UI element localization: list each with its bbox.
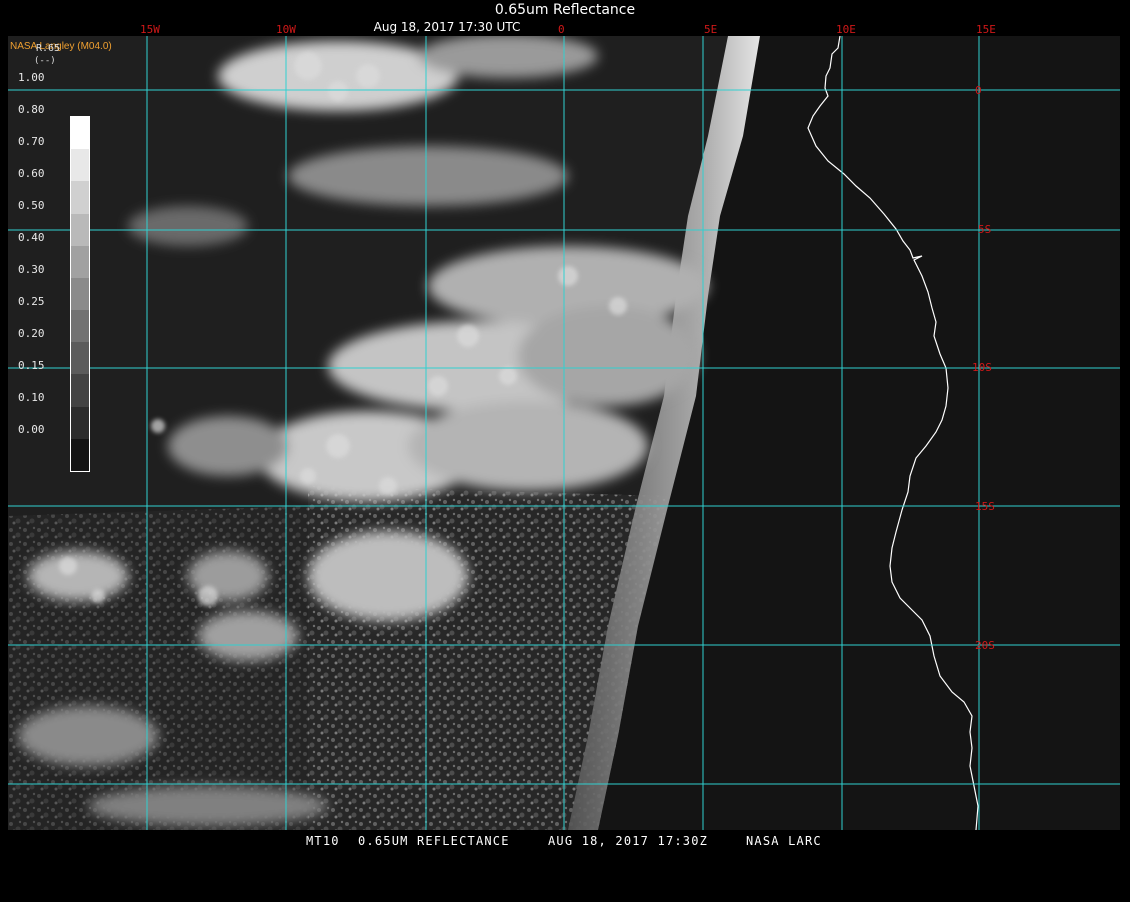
legend-unit: (--): [34, 56, 56, 66]
longitude-label: 10E: [836, 23, 856, 36]
legend-step: [71, 438, 89, 472]
latitude-label: 20S: [975, 639, 995, 652]
footer-datetime: AUG 18, 2017 17:30Z: [548, 834, 709, 848]
image-timestamp: Aug 18, 2017 17:30 UTC: [373, 20, 521, 34]
latitude-label: 10S: [972, 361, 992, 374]
latitude-label: 0: [975, 84, 982, 97]
legend-tick-label: 0.10: [18, 391, 45, 404]
legend-step: [71, 117, 89, 150]
longitude-label: 0: [558, 23, 565, 36]
latitude-label: 15S: [975, 500, 995, 513]
latitude-label: 5S: [978, 223, 992, 236]
legend-tick-label: 0.70: [18, 135, 45, 148]
legend-tick-label: 0.60: [18, 167, 45, 180]
legend-tick-label: 0.50: [18, 199, 45, 212]
legend-step: [71, 213, 89, 247]
legend-tick-label: 0.20: [18, 327, 45, 340]
legend-step: [71, 310, 89, 343]
legend-step: [71, 406, 89, 440]
longitude-label: 15E: [976, 23, 996, 36]
header-bar: 0.65um Reflectance Aug 18, 2017 17:30 UT…: [0, 0, 1130, 36]
legend-step: [71, 181, 89, 215]
image-title: 0.65um Reflectance: [494, 2, 636, 18]
legend-tick-label: 0.00: [18, 423, 45, 436]
legend-tick-label: 0.40: [18, 231, 45, 244]
satellite-map: [8, 36, 1120, 830]
legend-step: [71, 277, 89, 311]
legend-color-bar: [70, 116, 90, 472]
legend-step: [71, 149, 89, 182]
producer-label: NASA Langley (M04.0): [10, 41, 112, 52]
footer-product: 0.65UM REFLECTANCE: [358, 834, 510, 848]
legend-variable: R.65: [36, 43, 61, 54]
legend-tick-label: 0.25: [18, 295, 45, 308]
legend-step: [71, 374, 89, 408]
longitude-label: 10W: [276, 23, 296, 36]
longitude-label: 15W: [140, 23, 160, 36]
footer-bar: MT10 0.65UM REFLECTANCE AUG 18, 2017 17:…: [0, 832, 1130, 850]
footer-agency: NASA LARC: [746, 834, 822, 848]
legend-tick-label: 0.15: [18, 359, 45, 372]
legend-tick-label: 1.00: [18, 71, 45, 84]
legend-step: [71, 245, 89, 279]
footer-satellite: MT10: [306, 834, 340, 848]
legend-tick-label: 0.30: [18, 263, 45, 276]
longitude-label: 5E: [704, 23, 718, 36]
legend-step: [71, 342, 89, 375]
legend-tick-label: 0.80: [18, 103, 45, 116]
